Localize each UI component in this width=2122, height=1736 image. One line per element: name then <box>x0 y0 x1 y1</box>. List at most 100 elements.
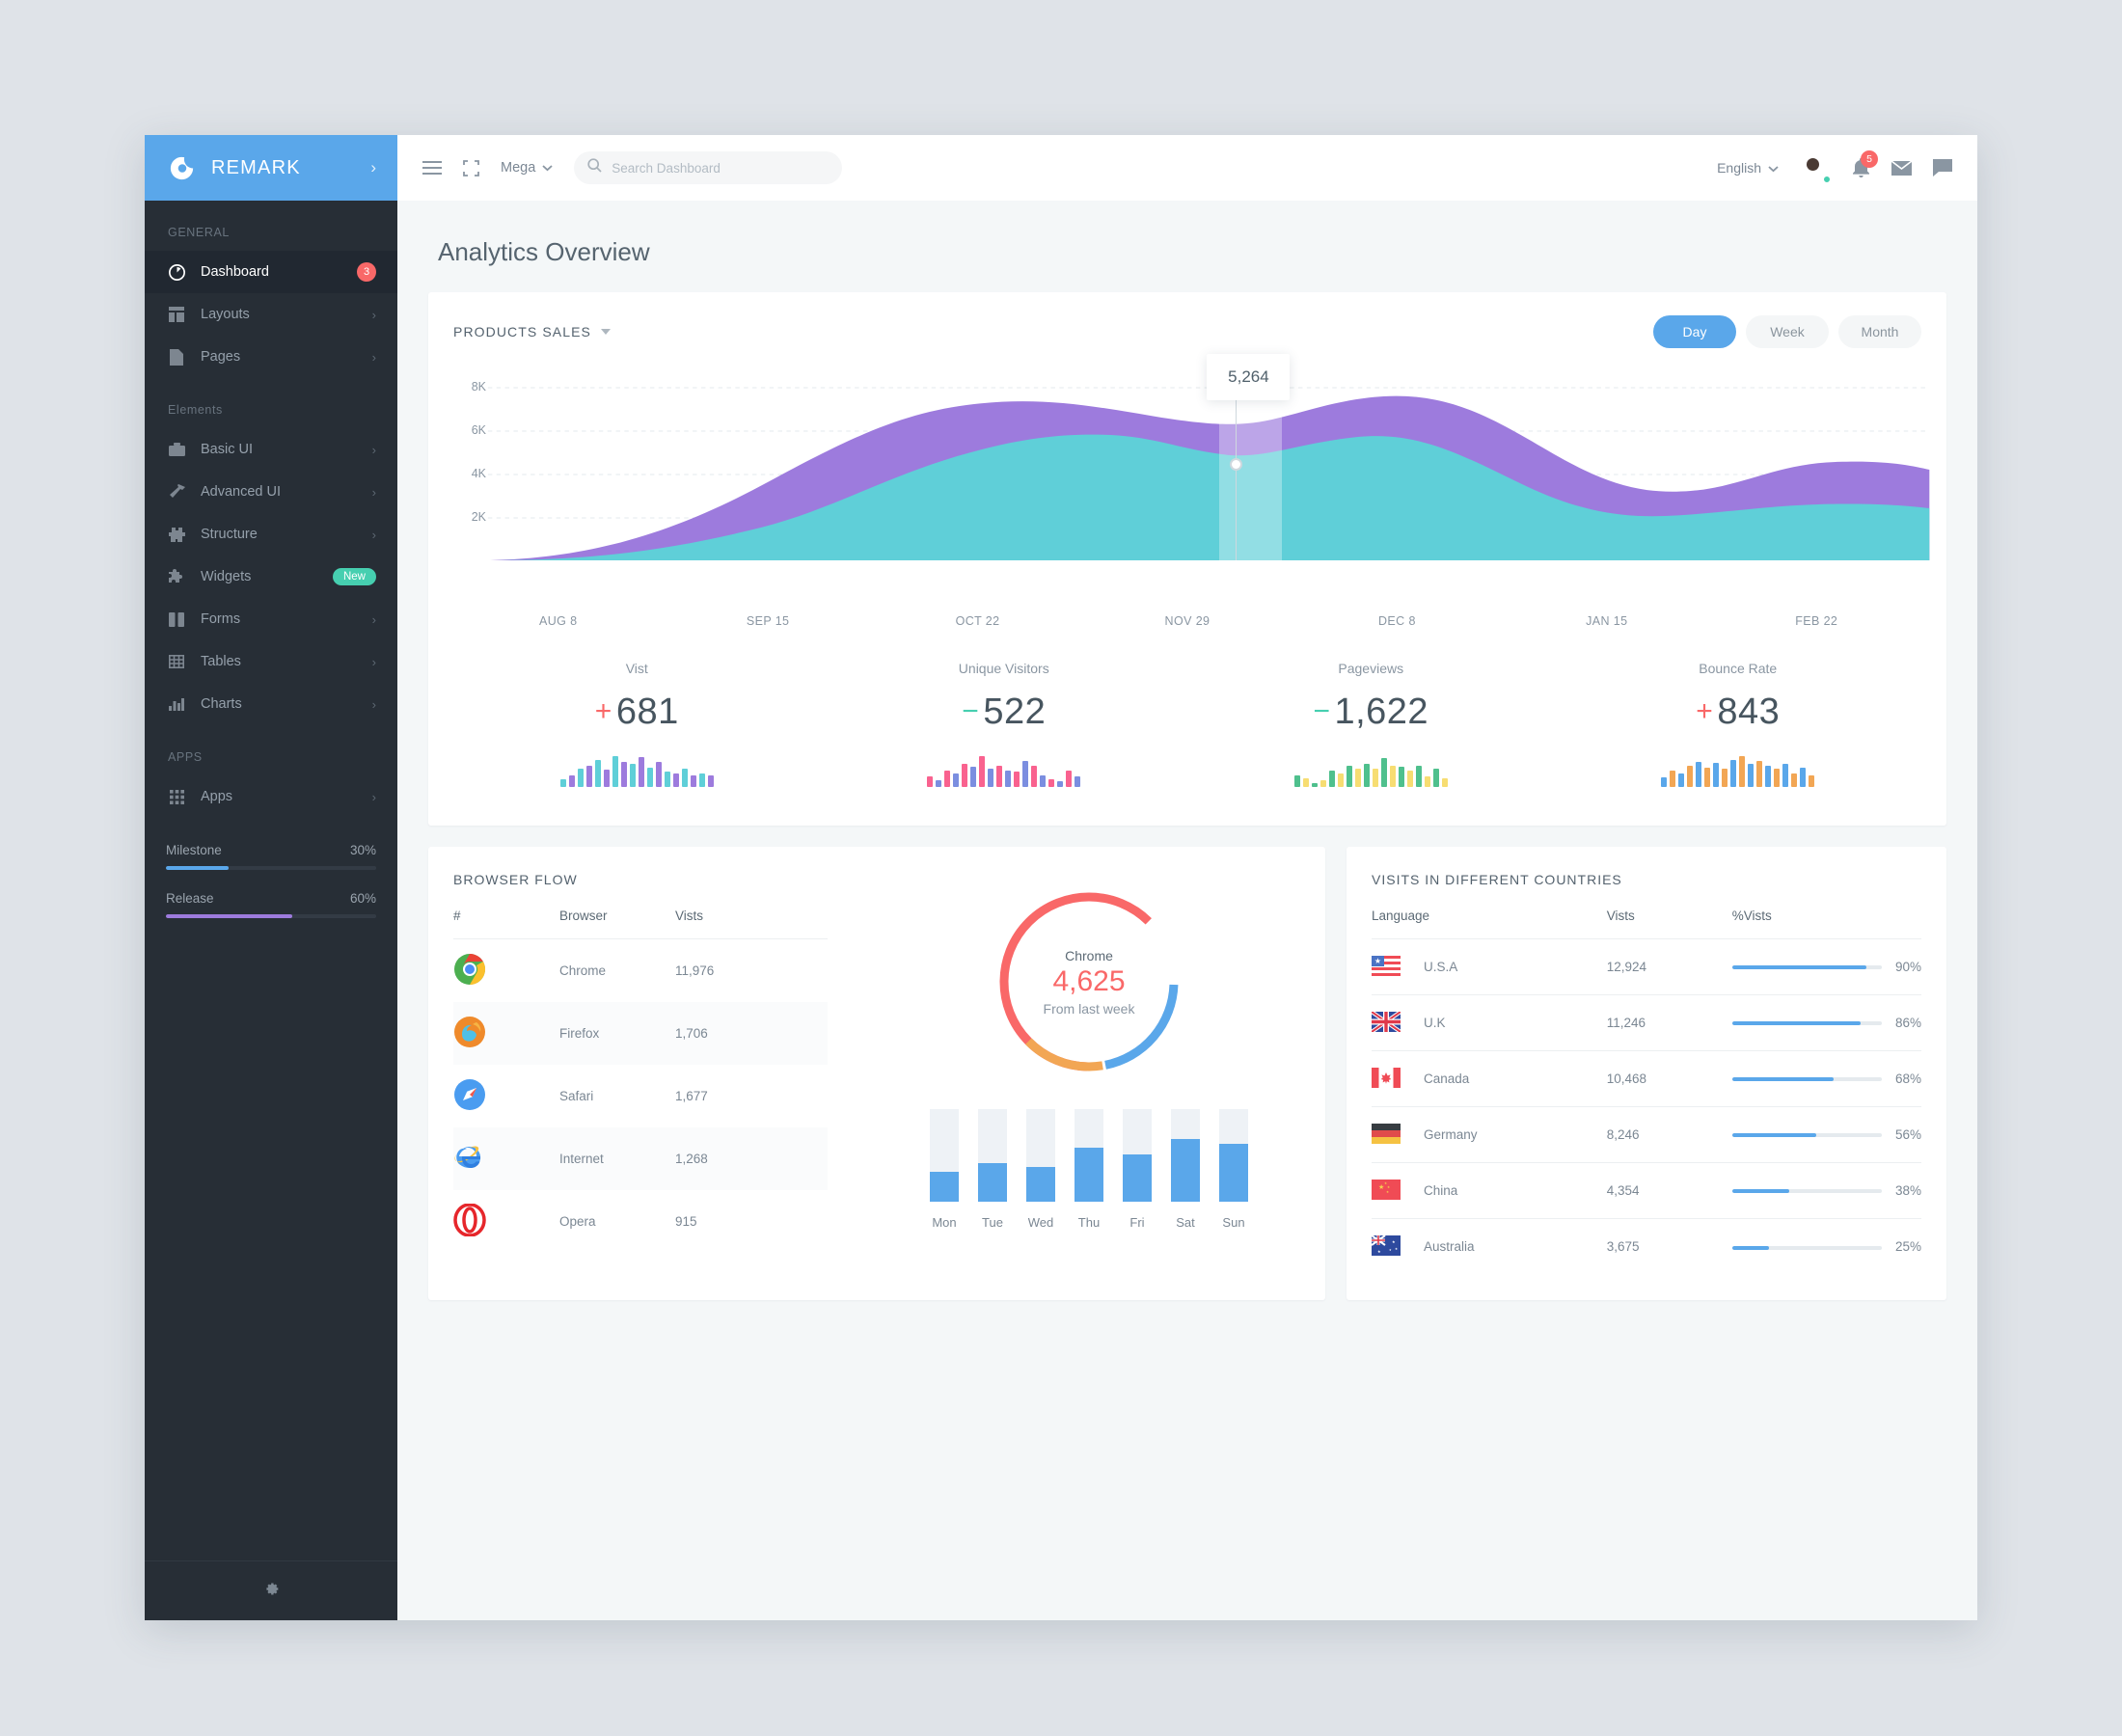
language-selector[interactable]: English <box>1717 160 1779 176</box>
spark-bar <box>1354 768 1361 787</box>
search-bar[interactable] <box>574 151 843 184</box>
flag-canada <box>1372 1067 1401 1091</box>
search-input[interactable] <box>612 160 830 176</box>
y-axis: 8K 6K 4K 2K <box>428 366 496 607</box>
spark-bar <box>1048 779 1055 787</box>
countries-table: Language Vists %Vists ★ U.S.A 12,924 90% U.K… <box>1370 909 1921 1275</box>
donut-label: Chrome <box>1065 947 1113 963</box>
spark-bar <box>1774 769 1781 787</box>
country-name-cell: China <box>1424 1183 1458 1198</box>
sidebar-item-forms[interactable]: Forms › <box>145 598 397 640</box>
sidebar-item-pages[interactable]: Pages › <box>145 336 397 378</box>
spark-bar <box>603 770 610 787</box>
hamburger-icon[interactable] <box>422 161 442 175</box>
svg-text:★: ★ <box>1377 1249 1381 1254</box>
spark-bar <box>1739 756 1746 787</box>
sidebar-item-layouts[interactable]: Layouts › <box>145 293 397 336</box>
table-row[interactable]: Internet 1,268 <box>453 1127 828 1190</box>
sidebar-item-structure[interactable]: Structure › <box>145 513 397 556</box>
table-row[interactable]: Safari 1,677 <box>453 1065 828 1127</box>
table-row[interactable]: ★ U.S.A 12,924 90% <box>1372 938 1921 995</box>
notifications-button[interactable]: 5 <box>1852 150 1878 177</box>
avatar[interactable] <box>1800 152 1832 184</box>
progress-fill <box>166 914 292 918</box>
hammer-icon <box>166 483 187 501</box>
chevron-right-icon: › <box>371 696 376 712</box>
mega-menu-button[interactable]: Mega <box>501 160 553 176</box>
stat-value: +843 <box>1696 692 1781 732</box>
spark-bar <box>646 767 653 787</box>
sidebar-item-advanced-ui[interactable]: Advanced UI › <box>145 471 397 513</box>
chevron-right-icon[interactable]: › <box>370 158 376 177</box>
table-row[interactable]: Canada 10,468 68% <box>1372 1050 1921 1107</box>
range-day-button[interactable]: Day <box>1653 315 1736 348</box>
range-month-button[interactable]: Month <box>1838 315 1921 348</box>
products-sales-chart[interactable]: 8K 6K 4K 2K 5,264 <box>428 354 1946 607</box>
stat-sign: + <box>594 695 612 727</box>
sidebar-item-apps[interactable]: Apps › <box>145 775 397 818</box>
caret-down-icon[interactable] <box>601 329 611 335</box>
country-flag-cell <box>1372 1051 1424 1107</box>
chat-bubble-icon[interactable] <box>1933 159 1952 176</box>
spark-bar <box>1791 773 1798 787</box>
week-bar-track <box>978 1109 1007 1202</box>
week-bar-column: Wed <box>1026 1109 1055 1230</box>
sidebar-item-label: Pages <box>201 349 241 365</box>
table-row[interactable]: Chrome 11,976 <box>453 939 828 1003</box>
sidebar-item-label: Widgets <box>201 569 252 584</box>
country-name-cell: Australia <box>1424 1239 1475 1255</box>
column-header-visits: Vists <box>1606 909 1732 939</box>
y-tick-label: 6K <box>471 423 486 437</box>
stat-label: Vist <box>625 661 648 676</box>
percent-bar-track <box>1731 1021 1882 1026</box>
puzzle-structure-icon <box>166 527 187 542</box>
country-pct-label: 68% <box>1894 1071 1921 1086</box>
table-row[interactable]: ★★★★Australia3,67525% <box>1371 1218 1921 1275</box>
country-pct-label: 90% <box>1894 960 1921 974</box>
table-row[interactable]: U.K 11,246 86% <box>1370 994 1921 1051</box>
stat-value: −522 <box>962 692 1047 732</box>
briefcase-icon <box>166 442 187 457</box>
country-pct-label: 38% <box>1894 1183 1921 1198</box>
sidebar-item-tables[interactable]: Tables › <box>145 640 397 683</box>
table-row[interactable]: Firefox 1,706 <box>453 1002 828 1065</box>
table-row[interactable]: Opera 915 <box>453 1190 828 1253</box>
x-axis: AUG 8 SEP 15 OCT 22 NOV 29 DEC 8 JAN 15 … <box>428 614 1946 628</box>
internet-explorer-icon <box>453 1146 486 1177</box>
browser-flow-table-wrap: BROWSER FLOW # Browser Vists Chrome 11,97… <box>428 872 853 1300</box>
sidebar-item-basic-ui[interactable]: Basic UI › <box>145 428 397 471</box>
content-area: Analytics Overview PRODUCTS SALES Day We… <box>397 201 1977 1620</box>
country-name-cell: Canada <box>1424 1071 1470 1086</box>
stat-sign: + <box>1696 695 1714 727</box>
flag-uk <box>1370 1009 1402 1035</box>
country-pct-label: 25% <box>1894 1239 1921 1255</box>
range-week-button[interactable]: Week <box>1746 315 1829 348</box>
percent-bar-track <box>1731 965 1882 970</box>
spark-bar <box>1031 766 1038 787</box>
spark-bar <box>953 773 960 787</box>
sidebar-item-widgets[interactable]: Widgets New <box>145 556 397 598</box>
layout-icon <box>166 307 187 322</box>
country-pct-bar-cell <box>1731 1219 1893 1275</box>
x-tick-label: JAN 15 <box>1586 614 1628 628</box>
browser-donut-chart[interactable]: Chrome 4,625 From last week <box>993 885 1185 1078</box>
sidebar-item-label: Dashboard <box>201 264 269 280</box>
stat-sparkline <box>821 752 1188 787</box>
spark-bar <box>1319 779 1326 787</box>
sidebar-item-label: Layouts <box>201 307 250 322</box>
stat-block: Unique Visitors −522 <box>821 661 1188 787</box>
range-toggle-group: Day Week Month <box>1653 315 1921 348</box>
brand-header[interactable]: REMARK › <box>145 135 397 201</box>
table-row[interactable]: ★★★★ China 4,354 38% <box>1372 1162 1921 1219</box>
fullscreen-icon[interactable] <box>463 159 479 176</box>
table-row[interactable]: Germany 8,246 56% <box>1372 1106 1921 1163</box>
charts-icon <box>166 697 187 711</box>
sidebar-item-charts[interactable]: Charts › <box>145 683 397 725</box>
x-tick-label: AUG 8 <box>538 614 578 628</box>
envelope-icon[interactable] <box>1891 160 1912 176</box>
week-bar-track <box>1075 1109 1103 1202</box>
donut-sublabel: From last week <box>1043 1000 1135 1017</box>
sidebar-item-dashboard[interactable]: Dashboard 3 <box>145 251 397 293</box>
gear-icon[interactable] <box>263 1581 280 1602</box>
flag-usa: ★ <box>1372 955 1401 979</box>
